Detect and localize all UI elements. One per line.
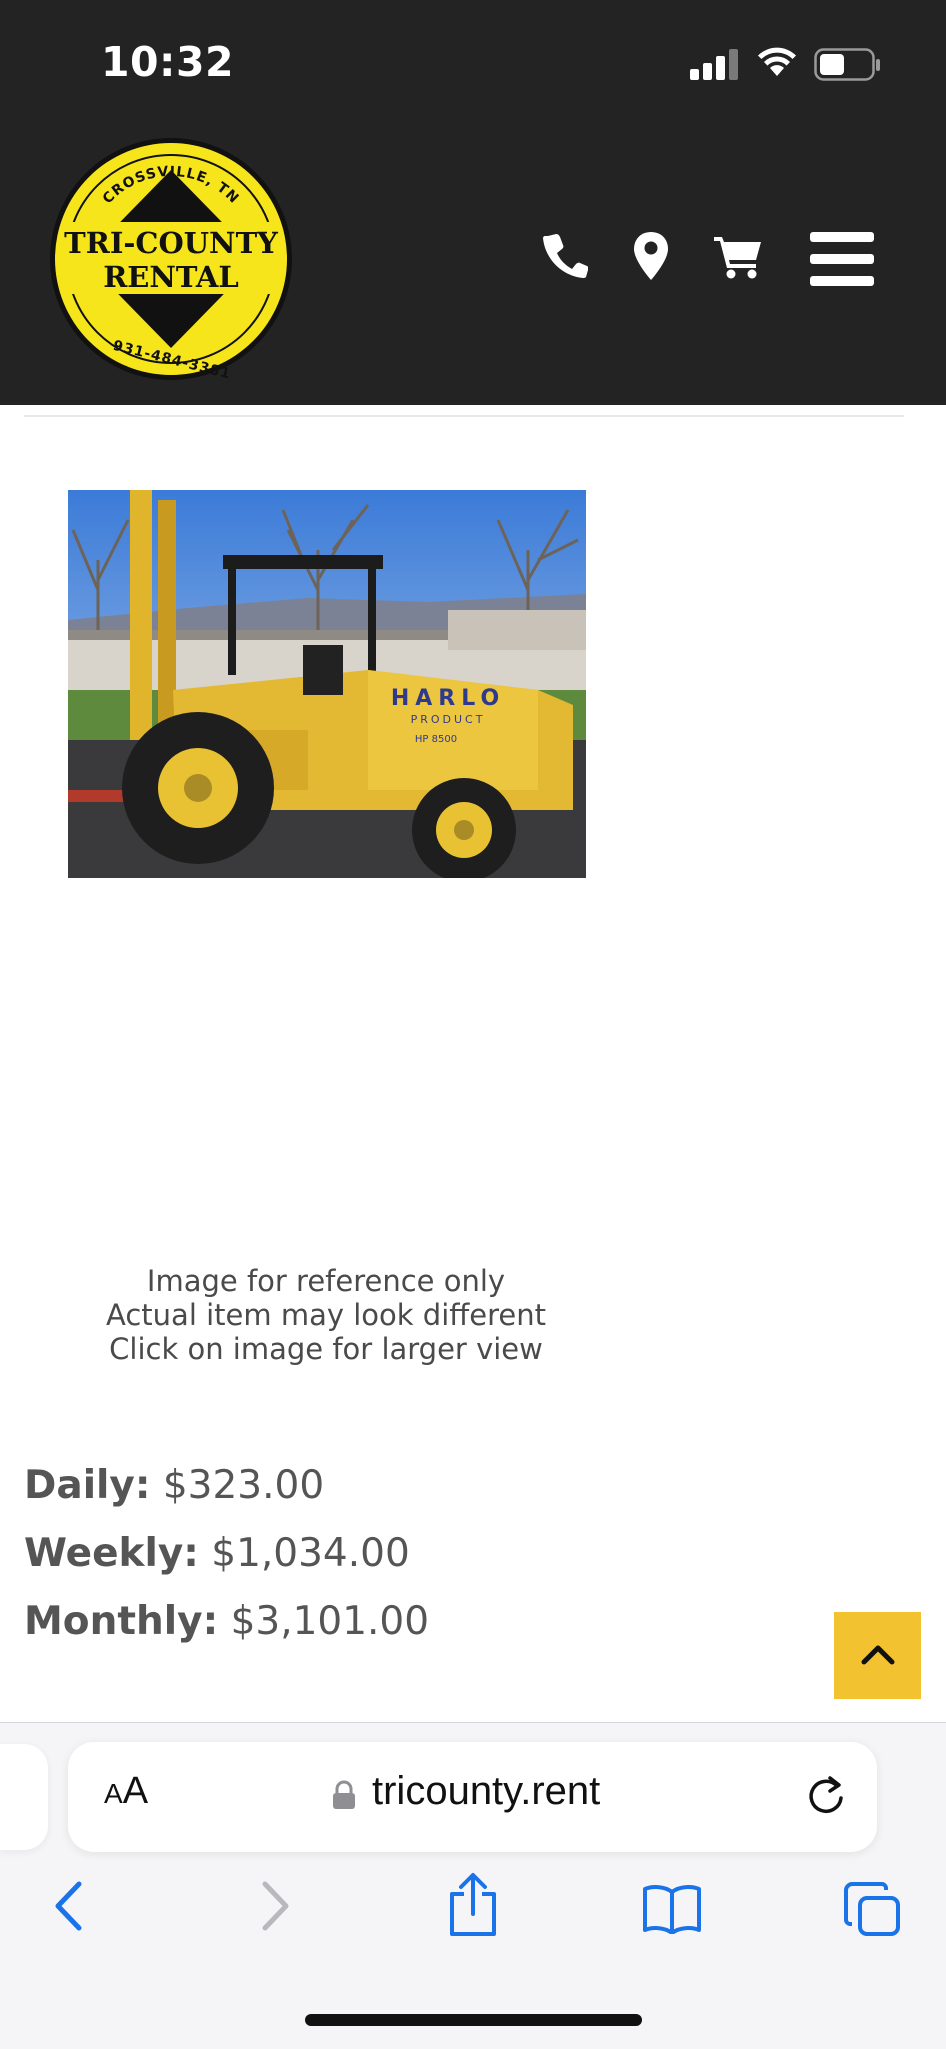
back-to-top-button[interactable] xyxy=(834,1612,921,1699)
content-divider xyxy=(24,415,904,417)
photo-line2-text: PRODUCT xyxy=(411,713,486,726)
status-time: 10:32 xyxy=(101,38,235,86)
url-text: tricounty.rent xyxy=(372,1769,601,1813)
photo-model-text: HP 8500 xyxy=(415,734,457,745)
chevron-up-icon xyxy=(861,1645,895,1665)
caption-line-2: Actual item may look different xyxy=(106,1298,546,1332)
wifi-icon xyxy=(758,47,796,76)
image-caption: Image for reference only Actual item may… xyxy=(26,1264,626,1366)
address-bar[interactable]: AA tricounty.rent xyxy=(68,1742,877,1852)
price-label: Weekly: xyxy=(24,1531,199,1576)
price-monthly: Monthly: $3,101.00 xyxy=(24,1596,429,1664)
cart-icon[interactable] xyxy=(714,234,764,280)
price-value: $1,034.00 xyxy=(211,1531,410,1576)
price-value: $3,101.00 xyxy=(230,1599,430,1644)
hamburger-menu-icon[interactable] xyxy=(810,232,874,286)
price-weekly: Weekly: $1,034.00 xyxy=(24,1528,429,1596)
price-daily: Daily: $323.00 xyxy=(24,1460,429,1528)
photo-brand-text: HARLO xyxy=(391,686,505,711)
previous-tab-preview[interactable] xyxy=(0,1744,48,1850)
tri-county-rental-logo[interactable]: CROSSVILLE, TN TRI-COUNTY RENTAL 931-484… xyxy=(48,136,294,382)
reader-aa-button[interactable]: AA xyxy=(104,1770,148,1813)
forward-arrow-icon[interactable] xyxy=(258,1880,292,1932)
forklift-image: HARLO PRODUCT HP 8500 xyxy=(68,490,586,878)
phone-icon[interactable] xyxy=(542,232,588,278)
tabs-icon[interactable] xyxy=(844,1882,902,1938)
bookmarks-icon[interactable] xyxy=(642,1884,702,1934)
logo-line1: TRI-COUNTY xyxy=(64,226,278,260)
product-photo[interactable]: HARLO PRODUCT HP 8500 xyxy=(68,490,586,878)
caption-line-1: Image for reference only xyxy=(146,1264,506,1298)
back-arrow-icon[interactable] xyxy=(52,1880,86,1932)
battery-icon xyxy=(814,48,880,81)
reload-icon[interactable] xyxy=(804,1774,848,1818)
home-indicator xyxy=(305,2014,642,2026)
cellular-signal-icon xyxy=(688,44,740,80)
lock-icon xyxy=(333,1780,355,1809)
caption-line-3: Click on image for larger view xyxy=(109,1332,543,1366)
price-value: $323.00 xyxy=(162,1463,325,1508)
price-list: Daily: $323.00 Weekly: $1,034.00 Monthly… xyxy=(24,1460,429,1664)
location-pin-icon[interactable] xyxy=(634,232,668,280)
price-label: Daily: xyxy=(24,1463,151,1508)
price-label: Monthly: xyxy=(24,1599,219,1644)
site-header: 10:32 CROSSVILLE, TN TRI-COUNTY RENTAL 9… xyxy=(0,0,946,405)
logo-line2: RENTAL xyxy=(103,260,239,294)
share-icon[interactable] xyxy=(446,1872,500,1938)
